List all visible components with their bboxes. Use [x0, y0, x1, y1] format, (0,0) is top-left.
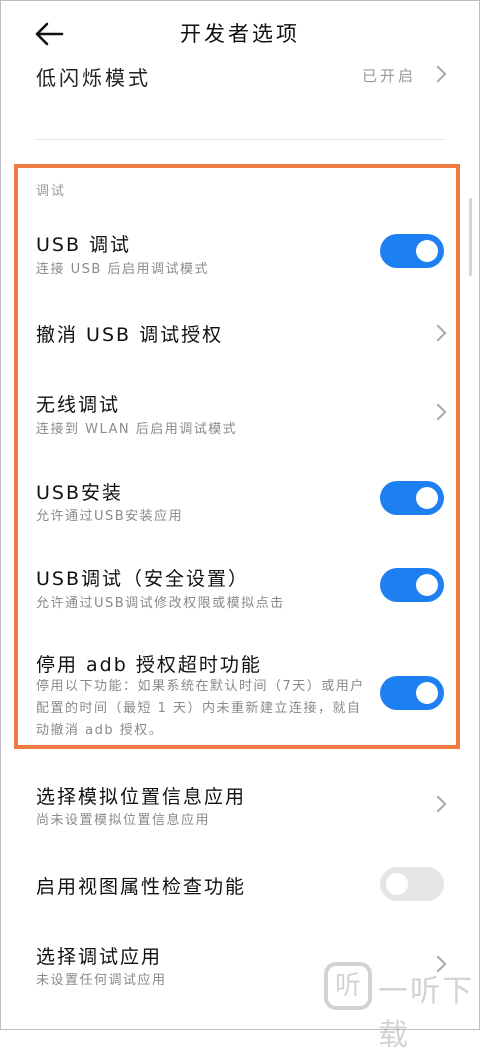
usb-debugging-label: USB 调试: [36, 234, 132, 256]
view-attr-inspection-toggle[interactable]: [380, 867, 444, 901]
chevron-right-icon: [429, 324, 447, 342]
disable-adb-timeout-sub: 停用以下功能：如果系统在默认时间（7天）或用户配置的时间（最短 1 天）内未重新…: [36, 679, 365, 738]
chevron-right-icon: [429, 795, 447, 813]
wireless-debugging-sub: 连接到 WLAN 后启用调试模式: [36, 422, 238, 437]
mock-location-label: 选择模拟位置信息应用: [36, 786, 247, 808]
chevron-right-icon: [429, 65, 447, 83]
debug-app-label: 选择调试应用: [36, 946, 163, 968]
low-flicker-value: 已开启: [361, 67, 416, 85]
usb-debug-security-row[interactable]: USB调试（安全设置） 允许通过USB调试修改权限或模拟点击: [0, 560, 480, 616]
wireless-debugging-row[interactable]: 无线调试 连接到 WLAN 后启用调试模式: [0, 384, 480, 440]
watermark-text: 一听下载: [378, 974, 474, 1053]
divider: [36, 139, 444, 140]
usb-debug-security-toggle[interactable]: [380, 568, 444, 602]
disable-adb-timeout-label: 停用 adb 授权超时功能: [36, 654, 262, 676]
low-flicker-label: 低闪烁模式: [36, 66, 151, 90]
usb-debug-security-sub: 允许通过USB调试修改权限或模拟点击: [36, 596, 285, 611]
usb-debugging-sub: 连接 USB 后启用调试模式: [36, 262, 209, 277]
usb-install-toggle[interactable]: [380, 481, 444, 515]
watermark: 听 一听下载: [316, 952, 476, 1053]
usb-install-label: USB安装: [36, 482, 124, 504]
revoke-usb-auth-row[interactable]: 撤消 USB 调试授权: [0, 310, 480, 354]
revoke-usb-auth-label: 撤消 USB 调试授权: [36, 324, 224, 346]
toggle-knob: [416, 682, 438, 704]
view-attr-inspection-row[interactable]: 启用视图属性检查功能: [0, 866, 480, 906]
view-attr-inspection-label: 启用视图属性检查功能: [36, 876, 247, 898]
disable-adb-timeout-row[interactable]: 停用 adb 授权超时功能 停用以下功能：如果系统在默认时间（7天）或用户配置的…: [0, 648, 480, 740]
section-title-debug: 调试: [36, 184, 67, 199]
low-flicker-row[interactable]: 低闪烁模式 已开启: [0, 54, 480, 96]
disable-adb-timeout-toggle[interactable]: [380, 676, 444, 710]
wireless-debugging-label: 无线调试: [36, 394, 121, 416]
mock-location-row[interactable]: 选择模拟位置信息应用 尚未设置模拟位置信息应用: [0, 778, 480, 834]
usb-debugging-row[interactable]: USB 调试 连接 USB 后启用调试模式: [0, 222, 480, 286]
debug-app-sub: 未设置任何调试应用: [36, 973, 167, 988]
toggle-knob: [416, 240, 438, 262]
usb-debug-security-label: USB调试（安全设置）: [36, 568, 250, 590]
chevron-right-icon: [429, 403, 447, 421]
toggle-knob: [416, 487, 438, 509]
page-title: 开发者选项: [180, 22, 300, 46]
mock-location-sub: 尚未设置模拟位置信息应用: [36, 813, 211, 828]
watermark-logo-icon: 听: [324, 962, 372, 1010]
toggle-knob: [416, 574, 438, 596]
usb-install-row[interactable]: USB安装 允许通过USB安装应用: [0, 472, 480, 528]
usb-install-sub: 允许通过USB安装应用: [36, 509, 184, 524]
toggle-knob: [386, 873, 408, 895]
usb-debugging-toggle[interactable]: [380, 234, 444, 268]
